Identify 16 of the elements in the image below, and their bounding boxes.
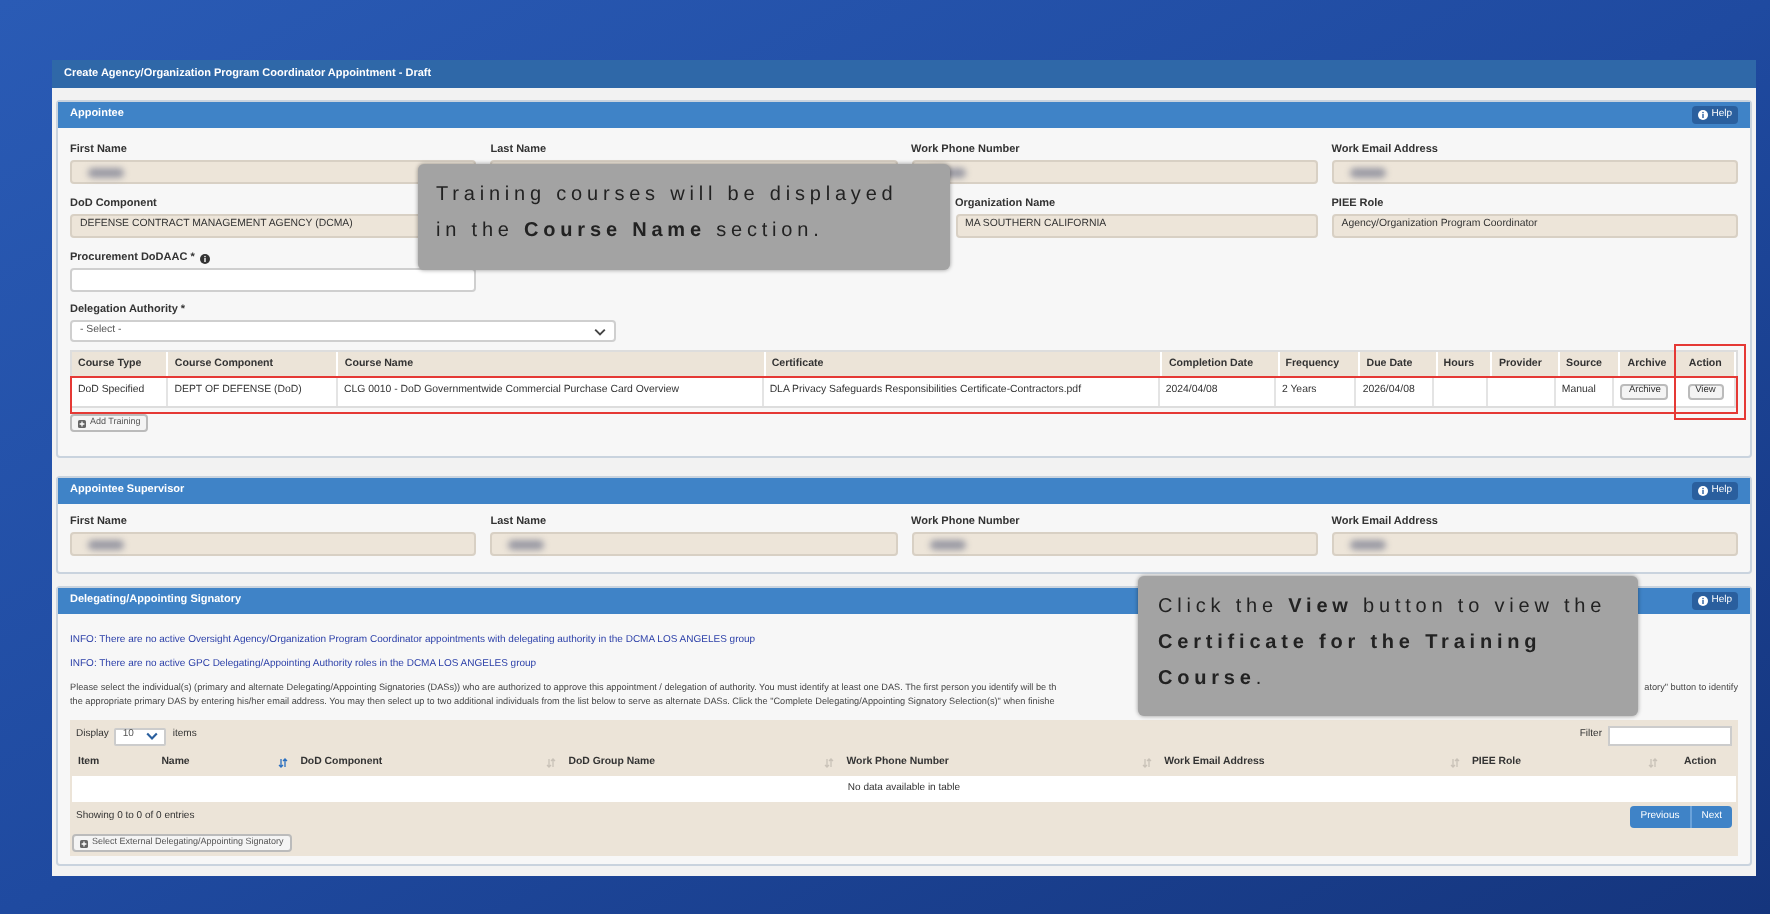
input-field[interactable] [1331, 160, 1738, 184]
caret-icon [146, 732, 159, 740]
callout-text: Click the View button to view the Certificate for the Training Course. [1158, 594, 1609, 694]
input-field[interactable] [70, 268, 476, 292]
caret-icon [594, 327, 606, 335]
input-field[interactable] [911, 532, 1318, 556]
input-field[interactable] [1331, 532, 1738, 556]
info-icon [1697, 110, 1708, 120]
plus-icon [80, 839, 88, 847]
input-field[interactable] [490, 532, 897, 556]
plus-icon [78, 419, 86, 427]
input-field[interactable] [70, 532, 477, 556]
info-icon [1697, 486, 1708, 496]
filter-field[interactable] [1608, 726, 1732, 746]
input-field[interactable] [911, 160, 1318, 184]
info-icon [1697, 596, 1708, 606]
